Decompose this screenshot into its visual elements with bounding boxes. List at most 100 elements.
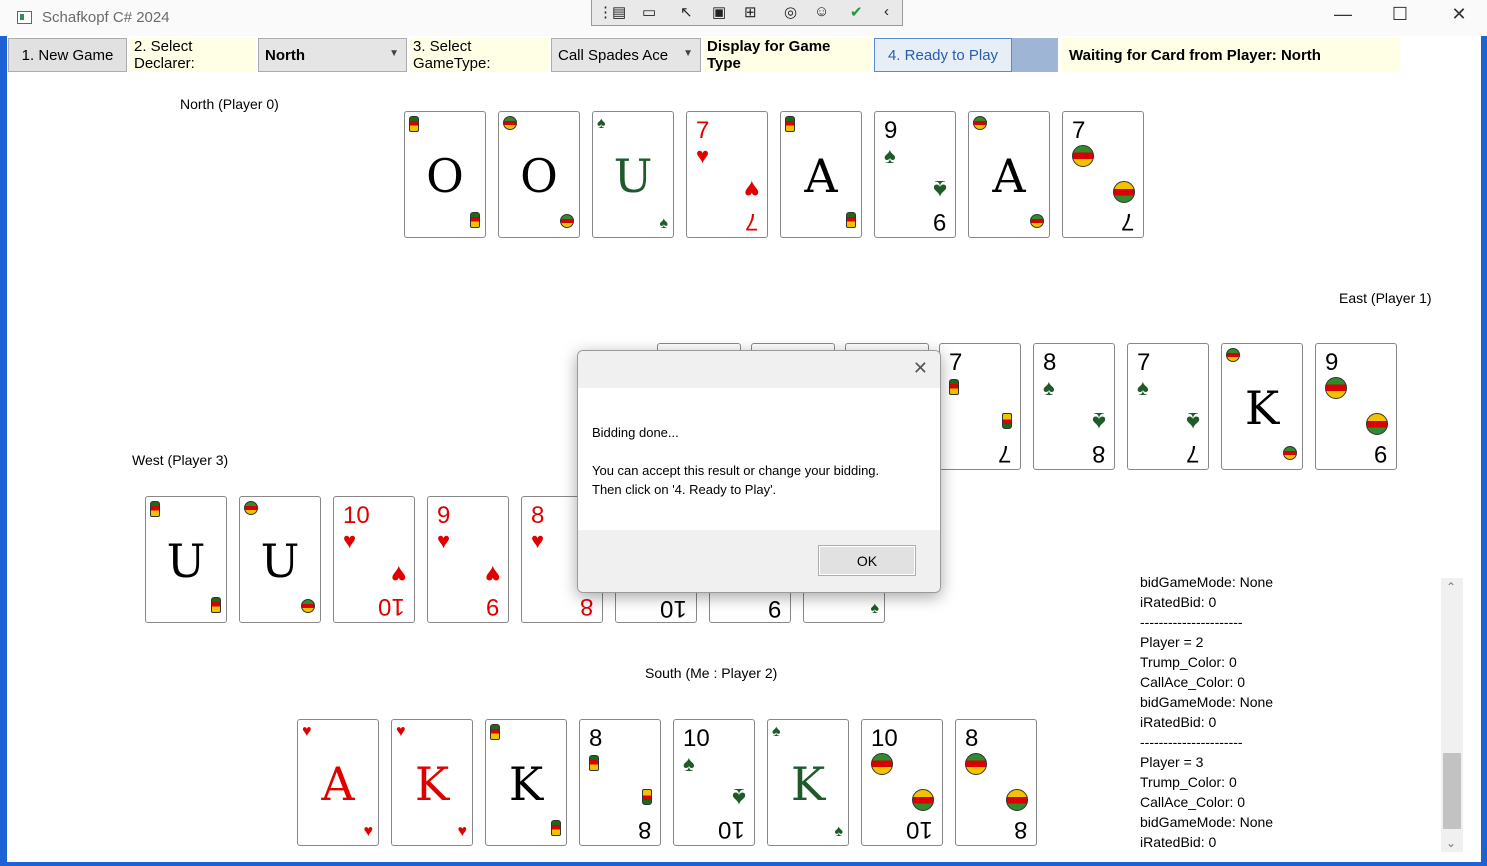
card-south-3[interactable]: 88 xyxy=(579,719,661,846)
collapse-icon[interactable]: ‹ xyxy=(884,3,889,20)
card-east-3[interactable]: K xyxy=(1221,343,1303,470)
log-line: Player = 2 xyxy=(1140,634,1204,650)
card-west-0[interactable]: U xyxy=(145,496,227,623)
card-suit-bottom: ♠ xyxy=(1186,407,1200,437)
log-scrollbar[interactable]: ⌃ ⌄ xyxy=(1441,578,1463,852)
card-corner-suit xyxy=(470,212,480,232)
acorn-icon xyxy=(470,212,480,228)
card-north-7[interactable]: 77 xyxy=(1062,111,1144,238)
card-flip-rank: 7 xyxy=(1185,440,1199,467)
acorn-icon xyxy=(1002,413,1012,429)
card-rank: 10 xyxy=(343,502,370,529)
debug-log: bidGameMode: None iRatedBid: 0 -----------… xyxy=(1140,572,1435,852)
card-rank: 10 xyxy=(871,725,898,752)
title-bar[interactable]: Schafkopf C# 2024 ⋮ ▤ ▭ ↖ ▣ ⊞ ◎ ☺ ✔ ‹ — … xyxy=(0,0,1487,36)
card-north-4[interactable]: A xyxy=(780,111,862,238)
heart-icon: ♥ xyxy=(302,723,312,740)
card-north-3[interactable]: 7 ♥ ♥ 7 xyxy=(686,111,768,238)
card-flip-rank: 10 xyxy=(660,595,687,622)
card-east-1[interactable]: 8 ♠ ♠ 8 xyxy=(1033,343,1115,470)
select-element-icon[interactable]: ▤ xyxy=(612,3,626,21)
card-west-3[interactable]: 9 ♥ ♥ 9 xyxy=(427,496,509,623)
leaf-icon: ♠ xyxy=(1043,375,1055,400)
card-suit-bottom: ♥ xyxy=(391,560,406,590)
bell-icon xyxy=(1226,348,1240,362)
card-rank: 8 xyxy=(531,502,545,529)
card-west-2[interactable]: 10 ♥ ♥ 10 xyxy=(333,496,415,623)
card-south-0[interactable]: ♥ A ♥ xyxy=(297,719,379,846)
bell-icon xyxy=(503,116,517,130)
card-flip-rank: 7 xyxy=(1120,208,1134,235)
pointer-icon[interactable]: ↖ xyxy=(680,3,693,21)
card-rank: A xyxy=(804,149,838,203)
card-corner-suit xyxy=(1030,214,1044,232)
card-corner-suit xyxy=(244,501,258,519)
bell-icon xyxy=(1325,377,1347,399)
dialog-line: Then click on '4. Ready to Play'. xyxy=(592,482,777,497)
card-suit-top xyxy=(949,377,959,399)
display-gametype-label: Display for Game Type xyxy=(703,38,871,72)
video-icon[interactable]: ▭ xyxy=(642,3,656,21)
ready-to-play-button[interactable]: 4. Ready to Play xyxy=(874,38,1012,72)
heart-icon: ♥ xyxy=(484,560,500,590)
bell-icon xyxy=(1006,789,1028,811)
card-east-2[interactable]: 7 ♠ ♠ 7 xyxy=(1127,343,1209,470)
bidding-dialog: ✕ Bidding done... You can accept this re… xyxy=(577,350,941,593)
card-north-1[interactable]: O xyxy=(498,111,580,238)
new-game-button[interactable]: 1. New Game xyxy=(8,38,127,72)
card-south-5[interactable]: ♠ K ♠ xyxy=(767,719,849,846)
card-suit-top: ♥ xyxy=(343,530,356,552)
card-rank: A xyxy=(321,757,355,811)
scrollbar-thumb[interactable] xyxy=(1443,753,1461,829)
card-flip-rank: 9 xyxy=(485,593,499,620)
leaf-icon: ♠ xyxy=(683,751,695,776)
card-north-5[interactable]: 9 ♠ ♠ 9 xyxy=(874,111,956,238)
card-east-4[interactable]: 99 xyxy=(1315,343,1397,470)
status-square xyxy=(1012,38,1058,72)
card-suit-bottom xyxy=(1113,177,1135,203)
card-south-2[interactable]: K xyxy=(485,719,567,846)
chevron-down-icon: ▼ xyxy=(683,48,693,59)
card-east-0[interactable]: 77 xyxy=(939,343,1021,470)
xaml-debug-toolbar[interactable]: ⋮ ▤ ▭ ↖ ▣ ⊞ ◎ ☺ ✔ ‹ xyxy=(591,0,903,26)
ok-button[interactable]: OK xyxy=(818,545,916,576)
leaf-icon: ♠ xyxy=(732,783,746,813)
leaf-icon: ♠ xyxy=(1186,407,1200,437)
card-south-1[interactable]: ♥ K ♥ xyxy=(391,719,473,846)
card-north-6[interactable]: A xyxy=(968,111,1050,238)
log-line: bidGameMode: None xyxy=(1140,814,1274,830)
minimize-icon[interactable]: — xyxy=(1328,4,1358,25)
card-rank: 7 xyxy=(696,117,710,144)
card-west-1[interactable]: U xyxy=(239,496,321,623)
frame-icon[interactable]: ▣ xyxy=(712,3,726,21)
card-south-4[interactable]: 10 ♠ ♠ 10 xyxy=(673,719,755,846)
app-icon xyxy=(17,11,32,24)
hot-reload-icon[interactable]: ◎ xyxy=(784,3,797,21)
leaf-icon: ♠ xyxy=(884,143,896,168)
declarer-combo[interactable]: North ▼ xyxy=(258,38,407,72)
card-south-6[interactable]: 10 10 xyxy=(861,719,943,846)
layout-icon[interactable]: ⊞ xyxy=(744,3,757,21)
card-corner-suit: ♥ xyxy=(396,724,406,740)
gametype-combo[interactable]: Call Spades Ace ▼ xyxy=(551,38,701,72)
chevron-down-icon[interactable]: ⌄ xyxy=(1446,836,1456,850)
close-icon[interactable]: ✕ xyxy=(1444,4,1474,25)
card-south-7[interactable]: 88 xyxy=(955,719,1037,846)
west-player-label: West (Player 3) xyxy=(132,452,229,468)
bell-icon xyxy=(1113,181,1135,203)
acorn-icon xyxy=(551,820,561,836)
card-north-2[interactable]: ♠ U ♠ xyxy=(592,111,674,238)
log-line: ---------------------- xyxy=(1140,734,1243,750)
card-north-0[interactable]: O xyxy=(404,111,486,238)
card-corner-suit xyxy=(211,597,221,617)
acorn-icon xyxy=(846,212,856,228)
declarer-value: North xyxy=(265,46,305,64)
check-icon[interactable]: ✔ xyxy=(850,3,863,21)
log-line: Player = 3 xyxy=(1140,754,1204,770)
chevron-up-icon[interactable]: ⌃ xyxy=(1446,580,1456,594)
card-rank: 7 xyxy=(1072,117,1086,144)
gametype-value: Call Spades Ace xyxy=(558,46,669,64)
accessibility-icon[interactable]: ☺ xyxy=(814,3,829,20)
close-icon[interactable]: ✕ xyxy=(913,358,928,379)
maximize-icon[interactable]: ☐ xyxy=(1385,4,1415,25)
